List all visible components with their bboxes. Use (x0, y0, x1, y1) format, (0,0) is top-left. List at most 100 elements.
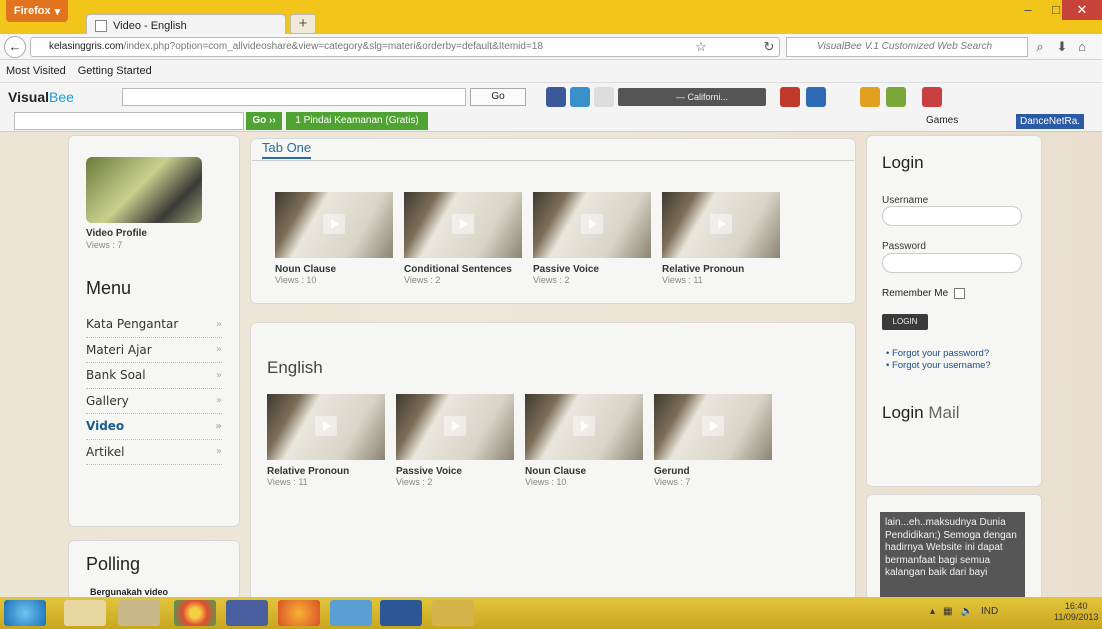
video-thumbnail[interactable] (662, 192, 780, 258)
visualbee-go-button[interactable]: Go (470, 88, 526, 106)
username-field[interactable] (882, 206, 1022, 226)
video-card[interactable]: Passive Voice Views : 2 (396, 394, 514, 487)
login-button[interactable]: LOGIN (882, 314, 928, 330)
menu-title: Menu (86, 278, 132, 298)
login-mail-title: Login Mail (882, 403, 960, 423)
new-tab-button[interactable]: + (290, 14, 316, 34)
video-views: Views : 10 (275, 275, 317, 285)
video-views: Views : 2 (533, 275, 570, 285)
video-thumbnail[interactable] (404, 192, 522, 258)
app-icon[interactable] (806, 87, 826, 107)
home-icon[interactable]: ⌂ (1073, 38, 1091, 56)
chevron-right-icon: » (215, 446, 222, 458)
download-icon[interactable]: ⬇ (1053, 38, 1071, 56)
video-card[interactable]: Noun Clause Views : 10 (525, 394, 643, 487)
video-card[interactable]: Relative Pronoun Views : 11 (267, 394, 385, 487)
messenger-icon[interactable] (330, 600, 372, 626)
visualbee-logo: VisualBee (8, 89, 74, 105)
twitter-icon[interactable] (570, 87, 590, 107)
link-label: Forgot your username? (891, 360, 991, 371)
chevron-right-icon: » (215, 420, 222, 432)
internet-explorer-icon[interactable] (4, 600, 46, 626)
play-icon (581, 214, 603, 234)
game-icon[interactable] (886, 87, 906, 107)
video-thumbnail[interactable] (267, 394, 385, 460)
bookmark-getting-started[interactable]: Getting Started (78, 65, 152, 77)
video-title[interactable]: Passive Voice (396, 466, 514, 477)
chrome-icon[interactable] (174, 600, 216, 626)
password-field[interactable] (882, 253, 1022, 273)
radio-player[interactable]: — Californi... (618, 88, 766, 106)
search-icon[interactable]: ⌕ (1031, 38, 1049, 56)
file-explorer-icon[interactable] (64, 600, 106, 626)
clock[interactable]: 16:40 11/09/2013 (1054, 601, 1098, 623)
video-profile-title[interactable]: Video Profile (86, 228, 147, 239)
network-icon[interactable]: ▦ (943, 606, 952, 617)
chevron-right-icon: » (215, 369, 222, 381)
video-card[interactable]: Relative Pronoun Views : 11 (662, 192, 780, 285)
play-store-icon[interactable] (780, 87, 800, 107)
bookmark-star-icon[interactable]: ☆ (692, 38, 710, 56)
video-title[interactable]: Relative Pronoun (662, 264, 780, 275)
video-card[interactable]: Passive Voice Views : 2 (533, 192, 651, 285)
toolbar-go-button[interactable]: Go ›› (246, 112, 282, 130)
language-indicator[interactable]: IND (981, 606, 998, 617)
back-button[interactable]: ← (4, 36, 26, 58)
toolbar-search-input[interactable] (14, 112, 244, 130)
firefox-icon[interactable] (278, 600, 320, 626)
video-thumbnail[interactable] (275, 192, 393, 258)
menu-item-kata-pengantar[interactable]: Kata Pengantar » (86, 312, 222, 338)
play-icon (323, 214, 345, 234)
menu-item-bank-soal[interactable]: Bank Soal » (86, 363, 222, 389)
tab-one[interactable]: Tab One (262, 140, 312, 159)
video-profile-views: Views : 7 (86, 240, 123, 250)
link-label: Forgot your password? (891, 348, 990, 359)
bookmark-most-visited[interactable]: Most Visited (6, 65, 66, 77)
security-scan-button[interactable]: 1 Pindai Keamanan (Gratis) (286, 112, 428, 130)
menu-item-video[interactable]: Video » (86, 414, 222, 440)
player-icon[interactable] (226, 600, 268, 626)
menu-item-gallery[interactable]: Gallery » (86, 389, 222, 414)
forgot-password-link[interactable]: • Forgot your password? (886, 348, 989, 359)
tools-icon[interactable] (922, 87, 942, 107)
menu-item-artikel[interactable]: Artikel » (86, 440, 222, 465)
dance-radio-link[interactable]: DanceNetRa. (1016, 114, 1085, 129)
video-thumbnail[interactable] (396, 394, 514, 460)
url-path: /index.php?option=com_allvideoshare&view… (123, 41, 543, 52)
reload-icon[interactable]: ↻ (760, 38, 778, 56)
video-thumbnail[interactable] (654, 394, 772, 460)
paint-icon[interactable] (432, 600, 474, 626)
video-title[interactable]: Passive Voice (533, 264, 651, 275)
folder-icon[interactable] (860, 87, 880, 107)
firefox-menu-button[interactable]: Firefox ▾ (6, 0, 68, 22)
photo-app-icon[interactable] (118, 600, 160, 626)
facebook-icon[interactable] (546, 87, 566, 107)
video-card[interactable]: Noun Clause Views : 10 (275, 192, 393, 285)
video-title[interactable]: Noun Clause (525, 466, 643, 477)
close-window-button[interactable]: ✕ (1062, 0, 1102, 20)
video-title[interactable]: Conditional Sentences (404, 264, 522, 275)
minimize-button[interactable]: – (1014, 0, 1042, 20)
mail-icon[interactable] (594, 87, 614, 107)
word-icon[interactable] (380, 600, 422, 626)
expand-tray-icon[interactable]: ▴ (930, 606, 935, 617)
volume-icon[interactable]: 🔈 (960, 606, 972, 617)
forgot-username-link[interactable]: • Forgot your username? (886, 360, 991, 371)
browser-tab[interactable]: Video - English (86, 14, 286, 36)
video-card[interactable]: Gerund Views : 7 (654, 394, 772, 487)
video-title[interactable]: Noun Clause (275, 264, 393, 275)
poll-question: Bergunakah video (90, 587, 169, 597)
clock-date: 11/09/2013 (1054, 612, 1099, 622)
video-profile-thumbnail[interactable] (86, 157, 202, 223)
video-title[interactable]: Relative Pronoun (267, 466, 385, 477)
remember-checkbox[interactable] (954, 288, 966, 299)
search-bar[interactable]: VisualBee V.1 Customized Web Search (786, 37, 1028, 57)
video-card[interactable]: Conditional Sentences Views : 2 (404, 192, 522, 285)
menu-item-materi-ajar[interactable]: Materi Ajar » (86, 338, 222, 363)
video-title[interactable]: Gerund (654, 466, 772, 477)
url-bar[interactable]: kelasinggris.com/index.php?option=com_al… (30, 37, 780, 57)
video-thumbnail[interactable] (525, 394, 643, 460)
games-link[interactable]: Games (926, 112, 958, 130)
video-thumbnail[interactable] (533, 192, 651, 258)
visualbee-search-input[interactable] (122, 88, 466, 106)
